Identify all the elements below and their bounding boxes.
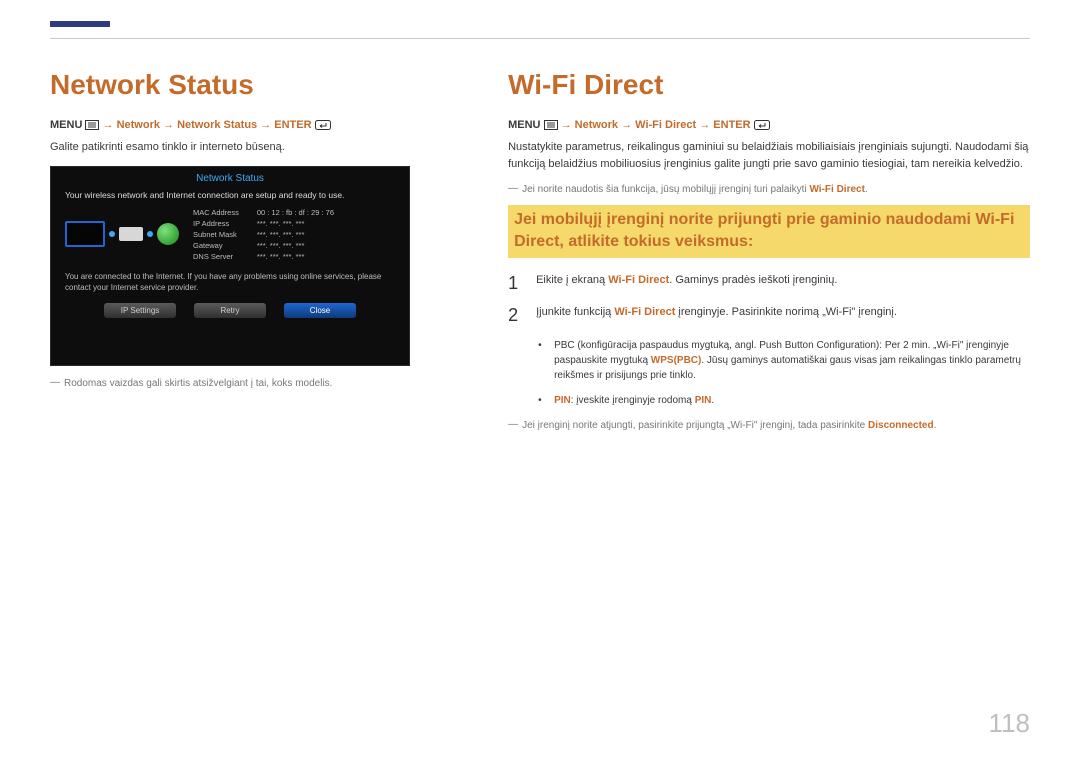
- step-text: Įjunkite funkciją Wi-Fi Direct įrenginyj…: [536, 306, 897, 318]
- bullet-dot: •: [538, 338, 544, 383]
- bullet-pbc: • PBC (konfigūracija paspaudus mygtuką, …: [538, 338, 1030, 383]
- label-dns: DNS Server: [193, 252, 239, 261]
- heading-network-status: Network Status: [50, 69, 460, 101]
- disconnected-term: Disconnected: [868, 420, 934, 431]
- shot-status-message: Your wireless network and Internet conne…: [51, 188, 409, 208]
- bullet-text: PIN: įveskite įrenginyje rodomą PIN.: [554, 393, 714, 408]
- pin-term: PIN: [554, 395, 571, 406]
- label-ip: IP Address: [193, 219, 239, 228]
- value-ip: ***. ***. ***. ***: [257, 219, 334, 228]
- globe-icon: [157, 223, 179, 245]
- menu-path-left: MENU → Network → Network Status → ENTER: [50, 119, 460, 131]
- device-icon: [65, 221, 105, 247]
- page-number: 118: [989, 708, 1030, 739]
- label-mac: MAC Address: [193, 208, 239, 217]
- heading-wifi-direct: Wi-Fi Direct: [508, 69, 1030, 101]
- text: Eikite į ekraną: [536, 274, 608, 286]
- menu-path-text: → Network → Wi-Fi Direct → ENTER: [561, 119, 751, 131]
- highlight-instructions: Jei mobilųjį įrenginį norite prijungti p…: [508, 205, 1030, 258]
- left-column: Network Status MENU → Network → Network …: [50, 69, 460, 431]
- retry-button[interactable]: Retry: [194, 303, 266, 318]
- bullet-pin: • PIN: įveskite įrenginyje rodomą PIN.: [538, 393, 1030, 408]
- network-info-table: MAC Address 00 : 12 : fb : df : 29 : 76 …: [193, 208, 334, 261]
- text: . Gaminys pradės ieškoti įrenginių.: [669, 274, 837, 286]
- router-icon: [119, 227, 143, 241]
- enter-icon: [315, 120, 331, 130]
- enter-icon: [754, 120, 770, 130]
- menu-label: MENU: [508, 119, 540, 131]
- shot-title: Network Status: [51, 167, 409, 188]
- bullet-text: PBC (konfigūracija paspaudus mygtuką, an…: [554, 338, 1030, 383]
- step-2: 2 Įjunkite funkciją Wi-Fi Direct įrengin…: [508, 306, 1030, 324]
- support-note: Jei norite naudotis šia funkcija, jūsų m…: [508, 184, 1030, 195]
- pin-term: PIN: [695, 395, 712, 406]
- text: įrenginyje. Pasirinkite norimą „Wi-Fi" į…: [675, 306, 897, 318]
- menu-path-right: MENU → Network → Wi-Fi Direct → ENTER: [508, 119, 1030, 131]
- bullet-dot: •: [538, 393, 544, 408]
- step-number: 1: [508, 274, 522, 292]
- note-text: .: [865, 184, 868, 195]
- close-button[interactable]: Close: [284, 303, 356, 318]
- desc-right: Nustatykite parametrus, reikalingus gami…: [508, 139, 1030, 172]
- wifi-direct-term: Wi-Fi Direct: [608, 274, 669, 286]
- step-text: Eikite į ekraną Wi-Fi Direct. Gaminys pr…: [536, 274, 837, 286]
- right-column: Wi-Fi Direct MENU → Network → Wi-Fi Dire…: [508, 69, 1030, 431]
- menu-icon: [544, 120, 558, 130]
- page-header-rule: [50, 38, 1030, 39]
- step-number: 2: [508, 306, 522, 324]
- value-gateway: ***. ***. ***. ***: [257, 241, 334, 250]
- network-status-screenshot: Network Status Your wireless network and…: [50, 166, 410, 366]
- label-gateway: Gateway: [193, 241, 239, 250]
- menu-label: MENU: [50, 119, 82, 131]
- disconnect-note: Jei įrenginį norite atjungti, pasirinkit…: [508, 420, 1030, 431]
- value-subnet: ***. ***. ***. ***: [257, 230, 334, 239]
- wps-pbc-term: WPS(PBC): [651, 355, 702, 366]
- menu-icon: [85, 120, 99, 130]
- label-subnet: Subnet Mask: [193, 230, 239, 239]
- link-dot: [109, 231, 115, 237]
- text: .: [934, 420, 937, 431]
- note-text: Jei norite naudotis šia funkcija, jūsų m…: [522, 184, 809, 195]
- wifi-direct-term: Wi-Fi Direct: [614, 306, 675, 318]
- connection-diagram: [65, 221, 179, 247]
- text: Įjunkite funkciją: [536, 306, 614, 318]
- value-mac: 00 : 12 : fb : df : 29 : 76: [257, 208, 334, 217]
- model-note: Rodomas vaizdas gali skirtis atsižvelgia…: [50, 378, 460, 389]
- value-dns: ***. ***. ***. ***: [257, 252, 334, 261]
- desc-left: Galite patikrinti esamo tinklo ir intern…: [50, 139, 460, 156]
- wifi-direct-term: Wi-Fi Direct: [809, 184, 864, 195]
- link-dot: [147, 231, 153, 237]
- menu-path-text: → Network → Network Status → ENTER: [103, 119, 312, 131]
- shot-footer-message: You are connected to the Internet. If yo…: [51, 261, 409, 299]
- ip-settings-button[interactable]: IP Settings: [104, 303, 176, 318]
- text: : įveskite įrenginyje rodomą: [571, 395, 695, 406]
- text: Jei įrenginį norite atjungti, pasirinkit…: [522, 420, 868, 431]
- step-1: 1 Eikite į ekraną Wi-Fi Direct. Gaminys …: [508, 274, 1030, 292]
- text: .: [711, 395, 714, 406]
